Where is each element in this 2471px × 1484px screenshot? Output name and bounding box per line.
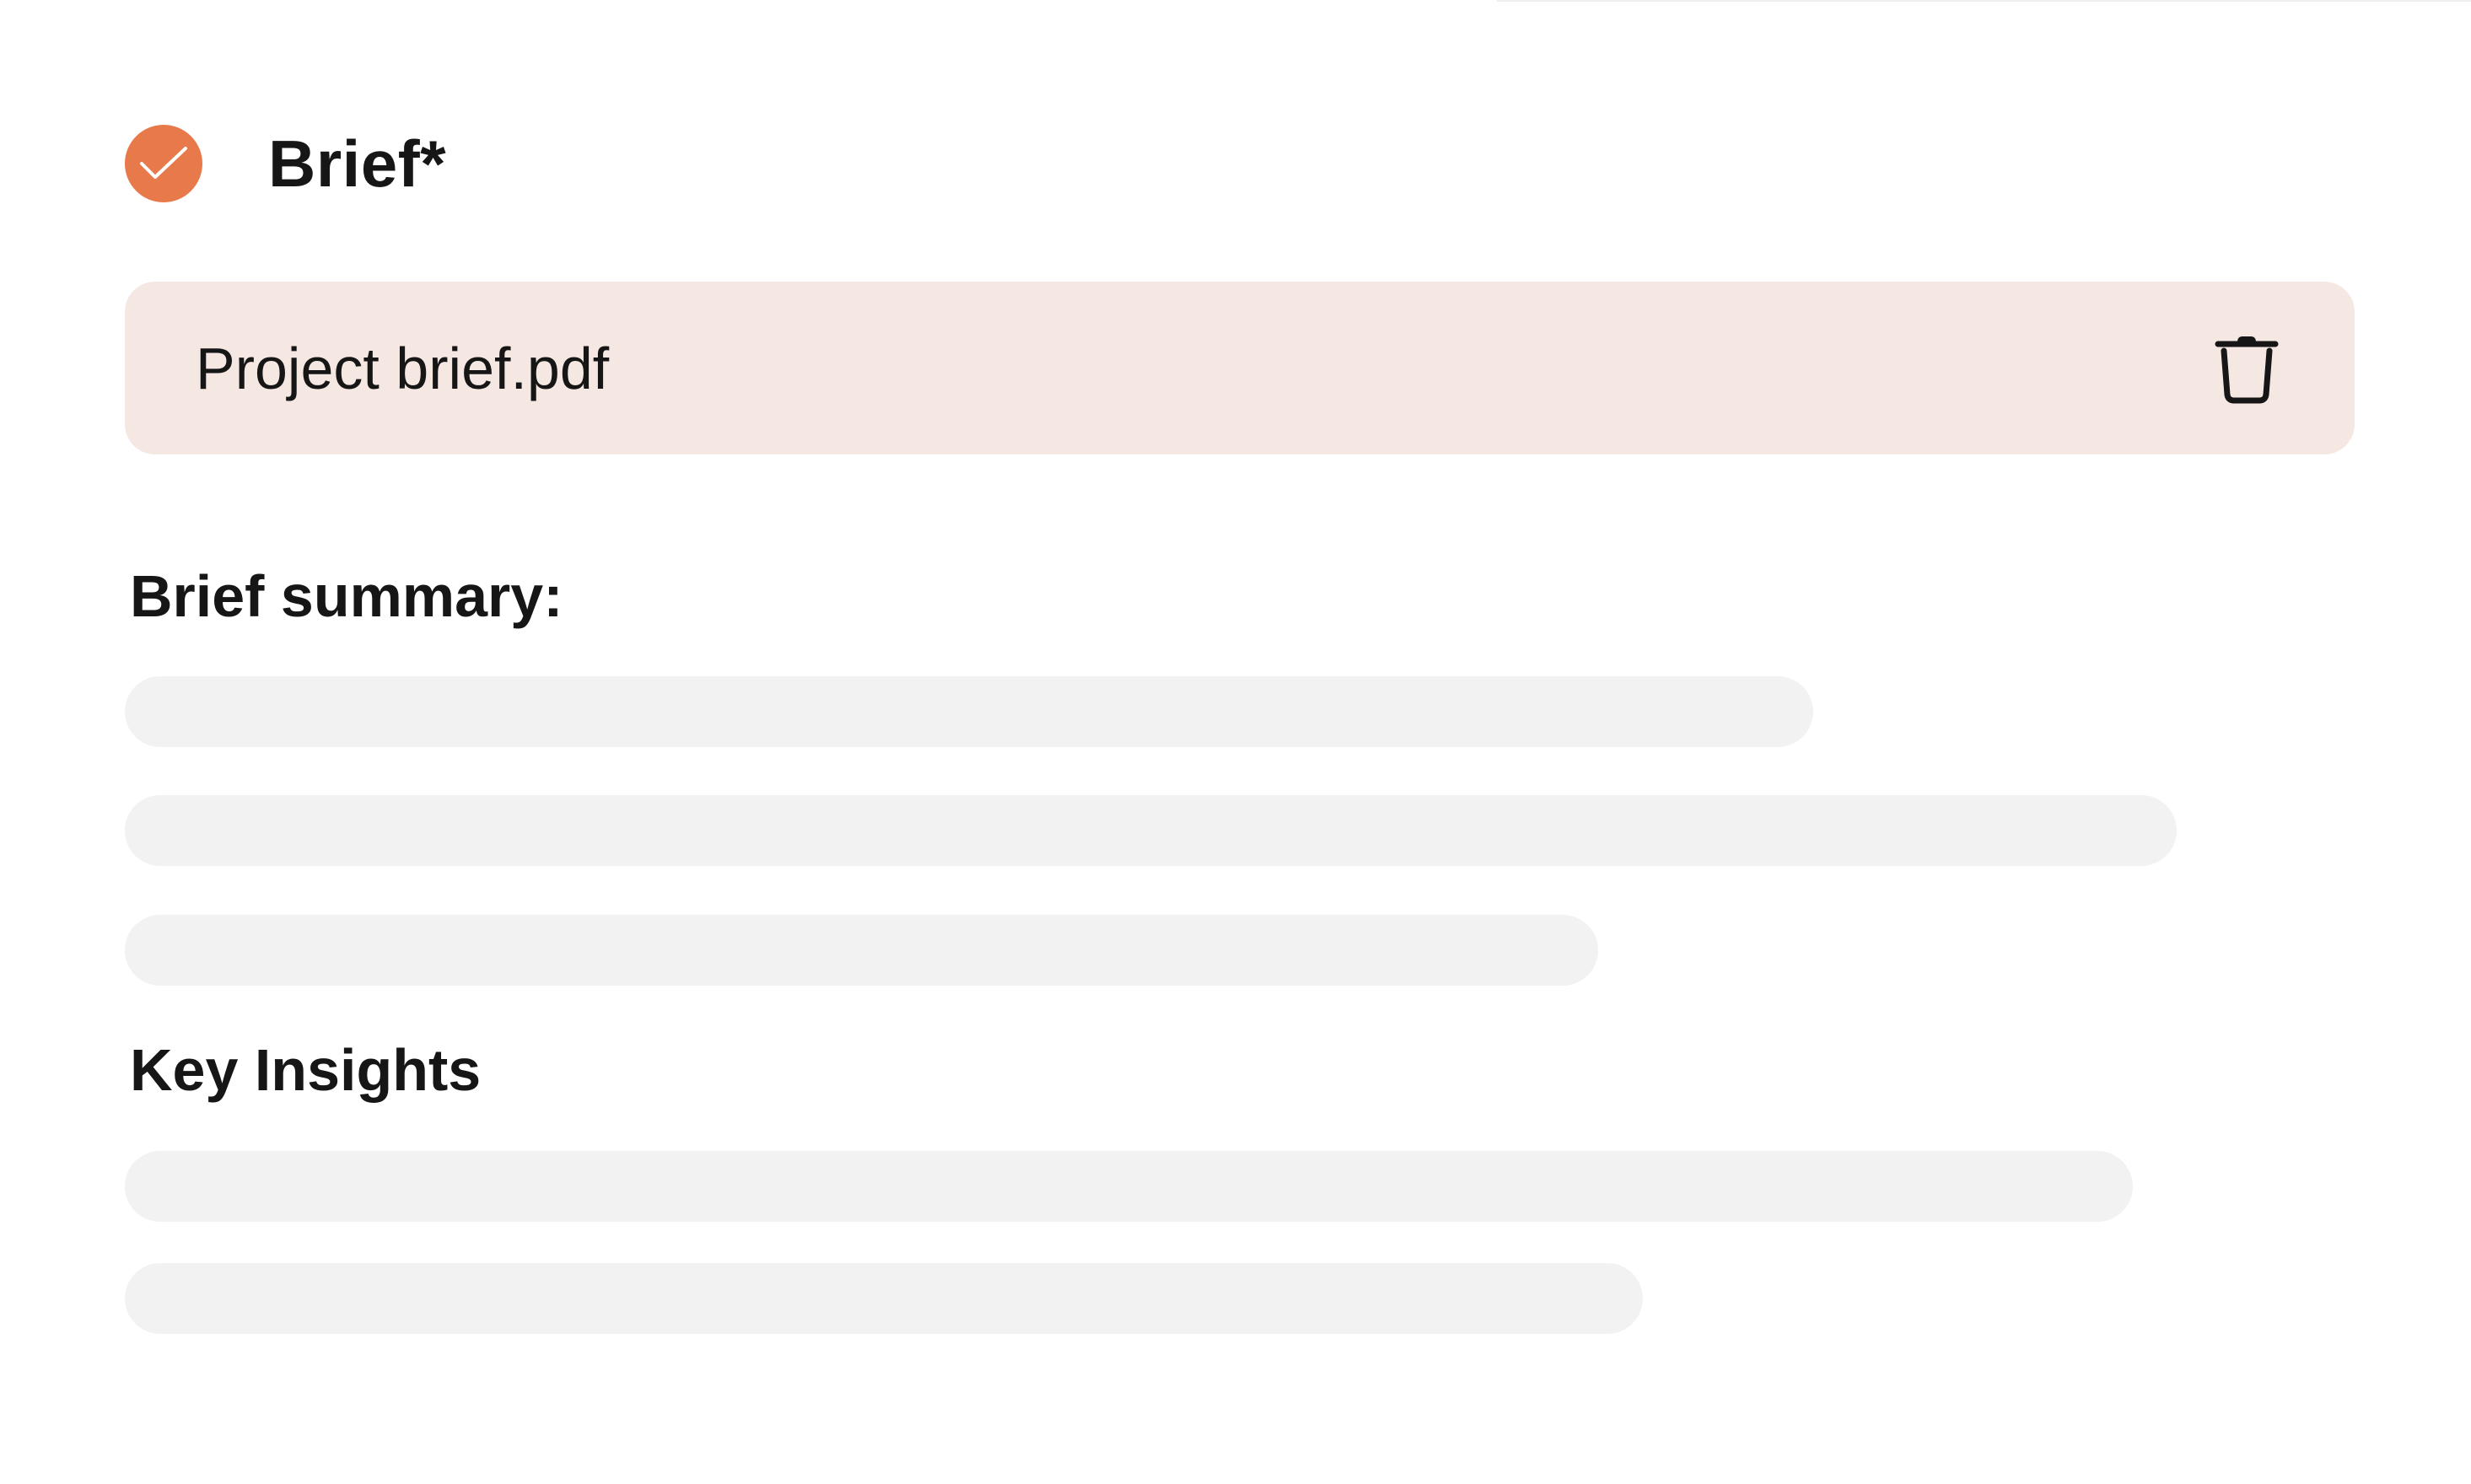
summary-placeholder-line bbox=[125, 915, 1598, 986]
trash-icon bbox=[2215, 336, 2279, 403]
summary-placeholder-line bbox=[125, 795, 2177, 866]
step-title: Brief* bbox=[268, 126, 447, 201]
summary-placeholder-line bbox=[125, 676, 1813, 747]
brief-step-panel: Brief* Project brief.pdf Brief summary: … bbox=[0, 0, 2471, 1484]
file-name: Project brief.pdf bbox=[196, 335, 610, 401]
brief-summary-heading: Brief summary: bbox=[130, 563, 563, 629]
uploaded-file-card: Project brief.pdf bbox=[125, 282, 2355, 454]
insights-placeholder-line bbox=[125, 1263, 1643, 1334]
check-circle-icon bbox=[125, 125, 202, 202]
insights-placeholder-line bbox=[125, 1151, 2133, 1222]
key-insights-heading: Key Insights bbox=[130, 1037, 482, 1103]
top-divider bbox=[1497, 0, 2471, 2]
delete-file-button[interactable] bbox=[2213, 331, 2280, 406]
step-header: Brief* bbox=[125, 125, 446, 202]
